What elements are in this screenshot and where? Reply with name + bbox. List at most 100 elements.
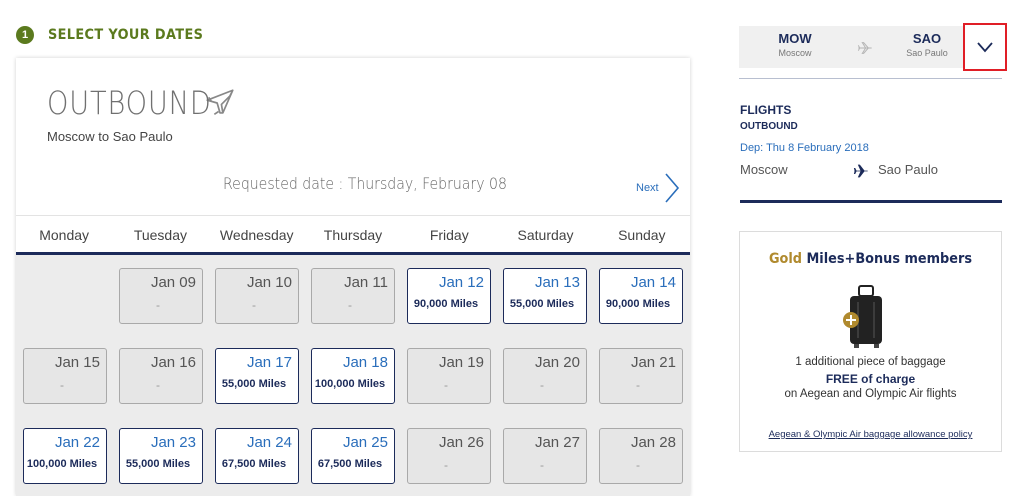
calendar-day-date: Jan 11: [344, 274, 388, 291]
calendar-day-date: Jan 21: [630, 354, 676, 371]
calendar-day-cell: Jan 15 -: [23, 348, 107, 404]
calendar-day-date: Jan 23: [150, 434, 196, 451]
calendar-day-date: Jan 20: [534, 354, 580, 371]
next-label: Next: [636, 182, 659, 194]
calendar-day-miles: -: [540, 378, 544, 392]
calendar-day-date: Jan 13: [534, 274, 580, 291]
calendar-day-cell: Jan 19 -: [407, 348, 491, 404]
flights-summary: FLIGHTS OUTBOUND Dep: Thu 8 February 201…: [740, 103, 1002, 182]
calendar-day-cell: Jan 26 -: [407, 428, 491, 484]
requested-date: Requested date : Thursday, February 08: [223, 174, 507, 193]
route-divider: [739, 78, 1002, 79]
calendar-day-date: Jan 10: [246, 274, 292, 291]
calendar-day-cell[interactable]: Jan 14 90,000 Miles: [599, 268, 683, 324]
calendar-day-cell: Jan 21 -: [599, 348, 683, 404]
step-heading: 1 SELECT YOUR DATES: [16, 26, 217, 44]
calendar-day-miles: -: [636, 458, 640, 472]
origin-city: Moscow: [778, 48, 812, 58]
calendar-day-date: Jan 09: [150, 274, 196, 291]
route-origin: MOW Moscow: [775, 31, 815, 58]
promo-title-rest: Miles+Bonus members: [802, 251, 973, 267]
luggage-icon: [843, 285, 882, 348]
step-number-badge: 1: [16, 26, 34, 44]
next-week-button[interactable]: Next: [636, 172, 681, 204]
calendar-day-miles: 90,000 Miles: [413, 298, 479, 310]
calendar-day-miles: 100,000 Miles: [26, 458, 98, 470]
calendar-day-miles: -: [252, 298, 256, 312]
promo-line-3: on Aegean and Olympic Air flights: [784, 388, 957, 400]
calendar-day-cell[interactable]: Jan 12 90,000 Miles: [407, 268, 491, 324]
chevron-right-icon: [665, 173, 679, 203]
calendar-day-date: Jan 28: [630, 434, 676, 451]
weekday-wednesday: Wednesday: [219, 227, 294, 243]
calendar-day-date: Jan 19: [438, 354, 484, 371]
calendar-day-date: Jan 17: [246, 354, 292, 371]
calendar-day-date: Jan 12: [438, 274, 484, 291]
route-summary: MOW Moscow SAO Sao Paulo: [739, 26, 963, 68]
calendar-day-miles: -: [540, 458, 544, 472]
flight-to: Sao Paulo: [878, 162, 938, 177]
calendar-day-cell: Jan 11 -: [311, 268, 395, 324]
promo-title: Gold Miles+Bonus members: [750, 251, 990, 267]
calendar-day-miles: -: [156, 298, 160, 312]
weekday-header: Monday Tuesday Wednesday Thursday Friday…: [16, 215, 690, 255]
calendar-day-date: Jan 24: [246, 434, 292, 451]
calendar-grid: Jan 09- Jan 10- Jan 11- Jan 12 90,000 Miles J…: [16, 255, 690, 496]
route-destination: SAO Sao Paulo: [899, 31, 955, 58]
calendar-day-date: Jan 22: [54, 434, 100, 451]
calendar-day-miles: -: [444, 378, 448, 392]
plane-icon: [853, 164, 868, 178]
calendar-day-date: Jan 15: [54, 354, 100, 371]
calendar-day-date: Jan 16: [150, 354, 196, 371]
flights-title: FLIGHTS: [740, 103, 792, 117]
departure-date: Dep: Thu 8 February 2018: [740, 142, 869, 154]
calendar-day-miles: 67,500 Miles: [221, 458, 287, 470]
calendar-day-miles: -: [444, 458, 448, 472]
calendar-day-date: Jan 26: [438, 434, 484, 451]
weekday-saturday: Saturday: [517, 227, 574, 243]
calendar-day-miles: 55,000 Miles: [125, 458, 191, 470]
calendar-day-cell: Jan 27 -: [503, 428, 587, 484]
baggage-policy-link[interactable]: Aegean & Olympic Air baggage allowance p…: [740, 429, 1001, 440]
promo-title-gold: Gold: [768, 251, 803, 267]
calendar-day-cell[interactable]: Jan 24 67,500 Miles: [215, 428, 299, 484]
plane-icon: [857, 42, 872, 54]
calendar-day-miles: 67,500 Miles: [317, 458, 383, 470]
calendar-day-cell: Jan 16 -: [119, 348, 203, 404]
flight-route: Moscow Sao Paulo: [740, 162, 1002, 182]
flights-divider: [740, 200, 1002, 203]
promo-line-2: FREE of charge: [825, 372, 916, 386]
calendar-day-miles: 90,000 Miles: [605, 298, 671, 310]
calendar-day-cell[interactable]: Jan 25 67,500 Miles: [311, 428, 395, 484]
calendar-day-date: Jan 25: [342, 434, 388, 451]
expand-route-button[interactable]: [963, 23, 1007, 71]
calendar-day-miles: 55,000 Miles: [221, 378, 287, 390]
outbound-heading: OUTBOUND: [47, 84, 237, 122]
calendar-day-cell[interactable]: Jan 23 55,000 Miles: [119, 428, 203, 484]
weekday-thursday: Thursday: [323, 227, 383, 243]
calendar-day-cell[interactable]: Jan 17 55,000 Miles: [215, 348, 299, 404]
outbound-panel: OUTBOUND Moscow to Sao Paulo Requested d…: [16, 58, 690, 496]
calendar-day-date: Jan 27: [534, 434, 580, 451]
calendar-day-miles: 100,000 Miles: [314, 378, 386, 390]
outbound-route: Moscow to Sao Paulo: [47, 129, 173, 144]
promo-box: Gold Miles+Bonus members 1 additional pi…: [739, 231, 1002, 452]
flight-from: Moscow: [740, 162, 788, 177]
destination-city: Sao Paulo: [906, 48, 948, 58]
calendar-day-miles: 55,000 Miles: [509, 298, 575, 310]
calendar-day-cell: Jan 20 -: [503, 348, 587, 404]
calendar-day-cell[interactable]: Jan 13 55,000 Miles: [503, 268, 587, 324]
calendar-day-miles: -: [60, 378, 64, 392]
calendar-day-miles: -: [348, 298, 352, 312]
calendar-day-cell[interactable]: Jan 22 100,000 Miles: [23, 428, 107, 484]
weekday-sunday: Sunday: [618, 227, 666, 243]
step-title: SELECT YOUR DATES: [48, 27, 204, 43]
chevron-down-icon: [977, 42, 993, 53]
weekday-friday: Friday: [429, 227, 469, 243]
calendar-day-date: Jan 14: [630, 274, 676, 291]
flights-direction: OUTBOUND: [740, 121, 798, 132]
outbound-title: OUTBOUND: [47, 84, 212, 122]
origin-code: MOW: [778, 31, 812, 46]
calendar-day-cell[interactable]: Jan 18 100,000 Miles: [311, 348, 395, 404]
calendar-day-date: Jan 18: [342, 354, 388, 371]
